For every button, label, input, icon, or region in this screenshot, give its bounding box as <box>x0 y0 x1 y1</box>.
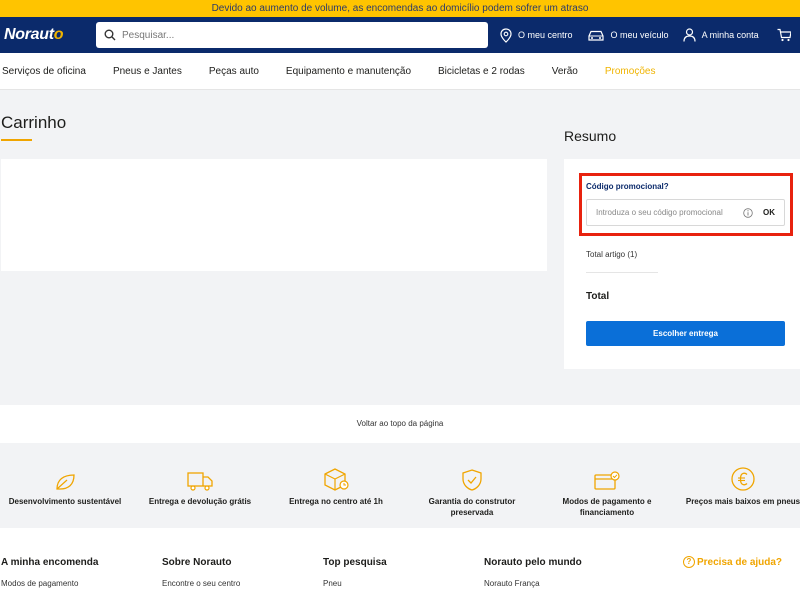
main-nav: Serviços de oficina Pneus e Jantes Peças… <box>0 53 800 90</box>
footer-col-top-search: Top pesquisa Pneu <box>323 557 387 588</box>
footer-heading: Norauto pelo mundo <box>484 557 582 568</box>
feature-free-delivery: Entrega e devolução grátis <box>135 446 265 507</box>
nav-item-auto-parts[interactable]: Peças auto <box>209 66 259 77</box>
search-bar[interactable] <box>96 22 488 48</box>
feature-centre-pickup: Entrega no centro até 1h <box>271 446 401 507</box>
help-label: Precisa de ajuda? <box>697 556 783 568</box>
feature-label: Preços mais baixos em pneus <box>685 497 800 506</box>
feature-label: Entrega no centro até 1h <box>289 497 383 506</box>
cart-link[interactable] <box>777 28 797 42</box>
user-icon <box>682 28 696 42</box>
my-centre-link[interactable]: O meu centro <box>500 27 573 43</box>
summary-divider <box>586 272 658 273</box>
my-centre-label: O meu centro <box>518 30 573 40</box>
norauto-logo[interactable]: Norauto <box>4 26 96 44</box>
truck-icon <box>187 472 213 491</box>
nav-item-promotions[interactable]: Promoções <box>605 66 656 77</box>
announcement-banner: Devido ao aumento de volume, as encomend… <box>0 0 800 17</box>
feature-warranty: Garantia do construtor preservada <box>407 446 537 518</box>
card-icon <box>594 471 620 490</box>
feature-label: Desenvolvimento sustentável <box>8 497 122 506</box>
parcel-icon <box>324 468 349 491</box>
promo-code-input[interactable] <box>596 208 743 217</box>
nav-item-equipment-maintenance[interactable]: Equipamento e manutenção <box>286 66 411 77</box>
promo-code-field[interactable]: OK <box>586 199 785 226</box>
shield-check-icon <box>462 469 482 491</box>
footer-heading: A minha encomenda <box>1 557 99 568</box>
nav-item-workshop-services[interactable]: Serviços de oficina <box>2 66 86 77</box>
nav-item-summer[interactable]: Verão <box>552 66 578 77</box>
nav-item-tyres-wheels[interactable]: Pneus e Jantes <box>113 66 182 77</box>
site-header: Norauto O meu centro O meu veículo A min… <box>0 17 800 53</box>
cart-items-panel <box>1 159 547 271</box>
footer-heading: Sobre Norauto <box>162 557 232 568</box>
feature-lowest-prices: Preços mais baixos em pneus <box>678 446 800 507</box>
footer-link[interactable]: Encontre o seu centro <box>162 579 240 588</box>
car-icon <box>587 30 604 41</box>
my-account-link[interactable]: A minha conta <box>682 28 759 42</box>
site-footer: A minha encomenda Modos de pagamento Sob… <box>0 528 800 600</box>
features-strip: Desenvolvimento sustentável Entrega e de… <box>0 446 800 528</box>
my-vehicle-link[interactable]: O meu veículo <box>587 29 669 42</box>
cart-icon <box>777 28 791 42</box>
location-pin-icon <box>500 27 512 43</box>
nav-item-bikes[interactable]: Bicicletas e 2 rodas <box>438 66 525 77</box>
info-icon[interactable] <box>743 207 753 218</box>
search-icon <box>104 29 116 41</box>
back-to-top-link[interactable]: Voltar ao topo da página <box>0 405 800 443</box>
footer-col-world: Norauto pelo mundo Norauto França <box>484 557 582 588</box>
search-input[interactable] <box>122 29 480 41</box>
choose-delivery-button[interactable]: Escolher entrega <box>586 321 785 346</box>
feature-label: Entrega e devolução grátis <box>148 497 252 506</box>
question-icon: ? <box>683 556 695 568</box>
leaf-icon <box>56 474 75 490</box>
footer-link[interactable]: Pneu <box>323 579 387 588</box>
promo-code-label[interactable]: Código promocional? <box>586 182 669 191</box>
total-label: Total <box>586 291 610 302</box>
footer-link[interactable]: Norauto França <box>484 579 582 588</box>
footer-col-about: Sobre Norauto Encontre o seu centro <box>162 557 240 588</box>
feature-label: Garantia do construtor preservada <box>428 497 516 517</box>
my-account-label: A minha conta <box>701 30 759 40</box>
feature-sustainable: Desenvolvimento sustentável <box>0 446 130 507</box>
feature-label: Modos de pagamento e financiamento <box>562 497 652 517</box>
footer-col-my-order: A minha encomenda Modos de pagamento <box>1 557 98 588</box>
page-title: Carrinho <box>1 113 67 132</box>
my-vehicle-label: O meu veículo <box>610 30 669 40</box>
feature-payment: Modos de pagamento e financiamento <box>542 446 672 518</box>
summary-title: Resumo <box>564 128 617 144</box>
euro-icon <box>731 467 755 491</box>
title-underline <box>1 139 32 141</box>
help-link[interactable]: ? Precisa de ajuda? <box>683 556 782 568</box>
total-items-count: Total artigo (1) <box>586 250 638 259</box>
footer-heading: Top pesquisa <box>323 557 387 568</box>
promo-ok-button[interactable]: OK <box>763 208 775 217</box>
footer-link[interactable]: Modos de pagamento <box>1 579 98 588</box>
